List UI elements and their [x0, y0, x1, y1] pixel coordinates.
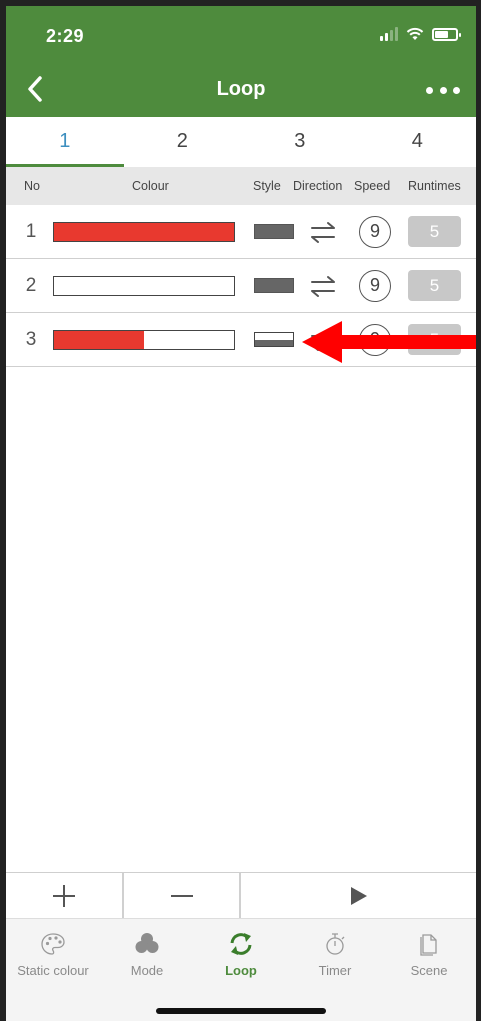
dot-icon: [453, 86, 460, 94]
stopwatch-icon: [326, 933, 345, 955]
runtimes-value[interactable]: 5: [408, 216, 461, 247]
wifi-icon: [406, 27, 424, 40]
tabbar-label: Loop: [225, 963, 257, 978]
home-indicator: [156, 1008, 326, 1014]
palette-icon: [41, 933, 65, 955]
column-colour: Colour: [132, 179, 169, 193]
row-number: 3: [25, 329, 37, 350]
minus-icon: [170, 894, 193, 897]
tabbar-label: Mode: [130, 963, 164, 978]
colour-bar[interactable]: [53, 222, 235, 242]
bidirectional-arrows-icon[interactable]: [308, 273, 338, 299]
bidirectional-arrows-icon[interactable]: [308, 219, 338, 245]
column-direction: Direction: [293, 179, 343, 193]
speed-value[interactable]: 9: [359, 216, 391, 248]
document-icon: [420, 934, 437, 956]
list-item[interactable]: 2 9 5: [6, 259, 476, 313]
bottom-toolbar: [6, 872, 476, 918]
tabbar-item-static-colour[interactable]: Static colour: [6, 919, 100, 1021]
remove-step-button[interactable]: [124, 873, 241, 918]
runtimes-value[interactable]: 5: [408, 270, 461, 301]
app-screen: 2:29 Loop 1 2 3 4 No Colour Style Direct…: [6, 6, 476, 1021]
tabbar-label: Scene: [410, 963, 448, 978]
plus-icon: [53, 884, 75, 907]
column-runtimes: Runtimes: [408, 179, 461, 193]
bottom-tab-bar: Static colour Mode Loop Timer Scene: [6, 918, 476, 1021]
signal-icon: [380, 27, 398, 41]
clover-icon: [135, 933, 159, 953]
tabbar-label: Static colour: [17, 963, 89, 978]
add-step-button[interactable]: [6, 873, 124, 918]
style-swatch[interactable]: [254, 332, 294, 347]
tab-2[interactable]: 2: [124, 117, 242, 167]
play-button[interactable]: [241, 873, 476, 918]
speed-value[interactable]: 9: [359, 270, 391, 302]
tab-1[interactable]: 1: [6, 117, 124, 167]
column-no: No: [24, 179, 40, 193]
loop-tabs: 1 2 3 4: [6, 117, 476, 167]
tabbar-label: Timer: [318, 963, 352, 978]
status-icons: [380, 27, 461, 41]
row-number: 2: [25, 275, 37, 296]
header: 2:29 Loop: [6, 6, 476, 117]
dot-icon: [439, 86, 447, 94]
red-arrow-annotation: [302, 321, 476, 363]
tabbar-item-loop[interactable]: Loop: [194, 919, 288, 1021]
loop-icon: [230, 933, 252, 955]
tabbar-item-scene[interactable]: Scene: [382, 919, 476, 1021]
more-options-button[interactable]: [426, 80, 460, 100]
tab-4[interactable]: 4: [359, 117, 477, 167]
page-title: Loop: [216, 78, 266, 100]
tabbar-item-timer[interactable]: Timer: [288, 919, 382, 1021]
status-time: 2:29: [46, 26, 85, 46]
style-swatch[interactable]: [254, 278, 294, 293]
column-style: Style: [253, 179, 281, 193]
tabbar-item-mode[interactable]: Mode: [100, 919, 194, 1021]
colour-fill: [54, 223, 234, 241]
column-speed: Speed: [354, 179, 391, 193]
colour-fill: [54, 331, 144, 349]
list-item[interactable]: 1 9 5: [6, 205, 476, 259]
colour-bar[interactable]: [53, 276, 235, 296]
column-header: No Colour Style Direction Speed Runtimes: [6, 167, 476, 205]
battery-icon: [432, 27, 461, 41]
play-icon: [350, 886, 367, 905]
style-swatch[interactable]: [254, 224, 294, 239]
dot-icon: [426, 86, 433, 94]
row-number: 1: [25, 221, 37, 242]
tab-3[interactable]: 3: [241, 117, 359, 167]
colour-bar[interactable]: [53, 330, 235, 350]
